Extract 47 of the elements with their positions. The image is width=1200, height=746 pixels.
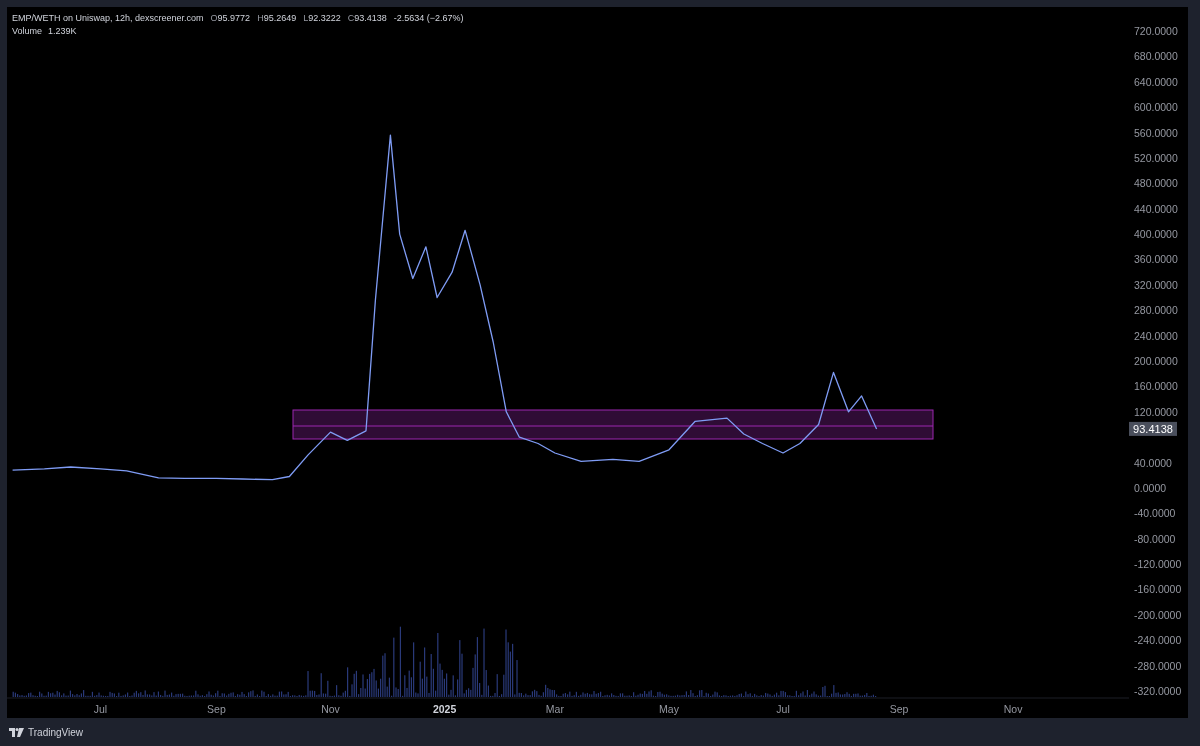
price-axis-label: 600.0000 xyxy=(1134,101,1178,114)
ohlc-value: L92.3222 xyxy=(303,12,341,25)
price-axis-label: 200.0000 xyxy=(1134,355,1178,367)
time-axis-label: Nov xyxy=(321,703,340,715)
price-axis-label: 320.0000 xyxy=(1134,278,1178,291)
time-axis-label: Nov xyxy=(1003,703,1023,715)
price-axis-label: 400.0000 xyxy=(1134,228,1178,241)
price-axis-label: -280.0000 xyxy=(1134,659,1182,672)
price-axis-label: 680.0000 xyxy=(1134,50,1178,63)
price-axis-label: -40.0000 xyxy=(1134,507,1176,520)
price-axis-label: 360.0000 xyxy=(1134,253,1178,266)
ohlc-value: H95.2649 xyxy=(257,12,297,25)
price-axis-label: -120.0000 xyxy=(1134,558,1182,571)
price-axis-label: 280.0000 xyxy=(1134,304,1178,317)
price-axis-label: 240.0000 xyxy=(1134,329,1178,342)
last-price-tag: 93.4138 xyxy=(1129,421,1177,436)
tradingview-logo-icon xyxy=(9,727,24,737)
time-axis-label: 2025 xyxy=(432,703,457,715)
time-axis-label: Jul xyxy=(93,703,108,715)
volume-value: 1.239K xyxy=(48,25,77,38)
price-axis-label: 480.0000 xyxy=(1134,177,1178,190)
price-axis-label: 720.0000 xyxy=(1134,25,1178,37)
price-axis-label: -160.0000 xyxy=(1134,583,1182,596)
price-axis-label: -320.0000 xyxy=(1134,685,1182,697)
brand-name: TradingView xyxy=(28,726,84,738)
price-change: -2.5634 (−2.67%) xyxy=(393,12,464,25)
price-axis-label: 640.0000 xyxy=(1134,75,1178,88)
time-axis-label: May xyxy=(659,703,679,715)
time-axis-label: Jul xyxy=(776,703,790,715)
price-axis-label: 520.0000 xyxy=(1134,151,1178,164)
volume-label: Volume xyxy=(12,25,43,38)
price-axis-label: 0.0000 xyxy=(1134,481,1167,494)
price-axis-label: 120.0000 xyxy=(1134,405,1178,418)
ohlc-value: C93.4138 xyxy=(347,12,387,25)
price-zone-drawing[interactable] xyxy=(292,409,934,440)
price-axis-label: 40.0000 xyxy=(1134,456,1172,469)
price-axis-label: -80.0000 xyxy=(1134,532,1176,545)
price-axis-label: 440.0000 xyxy=(1134,202,1178,215)
price-axis-label: -240.0000 xyxy=(1134,634,1182,647)
ohlc-value: O95.9772 xyxy=(210,12,251,25)
time-axis-label: Sep xyxy=(889,703,909,715)
price-axis-label: 560.0000 xyxy=(1134,126,1178,139)
price-axis-label: 160.0000 xyxy=(1134,380,1178,393)
symbol-title: EMP/WETH on Uniswap, 12h, dexscreener.com xyxy=(12,12,204,25)
time-axis-label: Sep xyxy=(207,703,226,715)
time-axis-label: Mar xyxy=(545,703,564,715)
price-axis-label: -200.0000 xyxy=(1134,608,1182,621)
